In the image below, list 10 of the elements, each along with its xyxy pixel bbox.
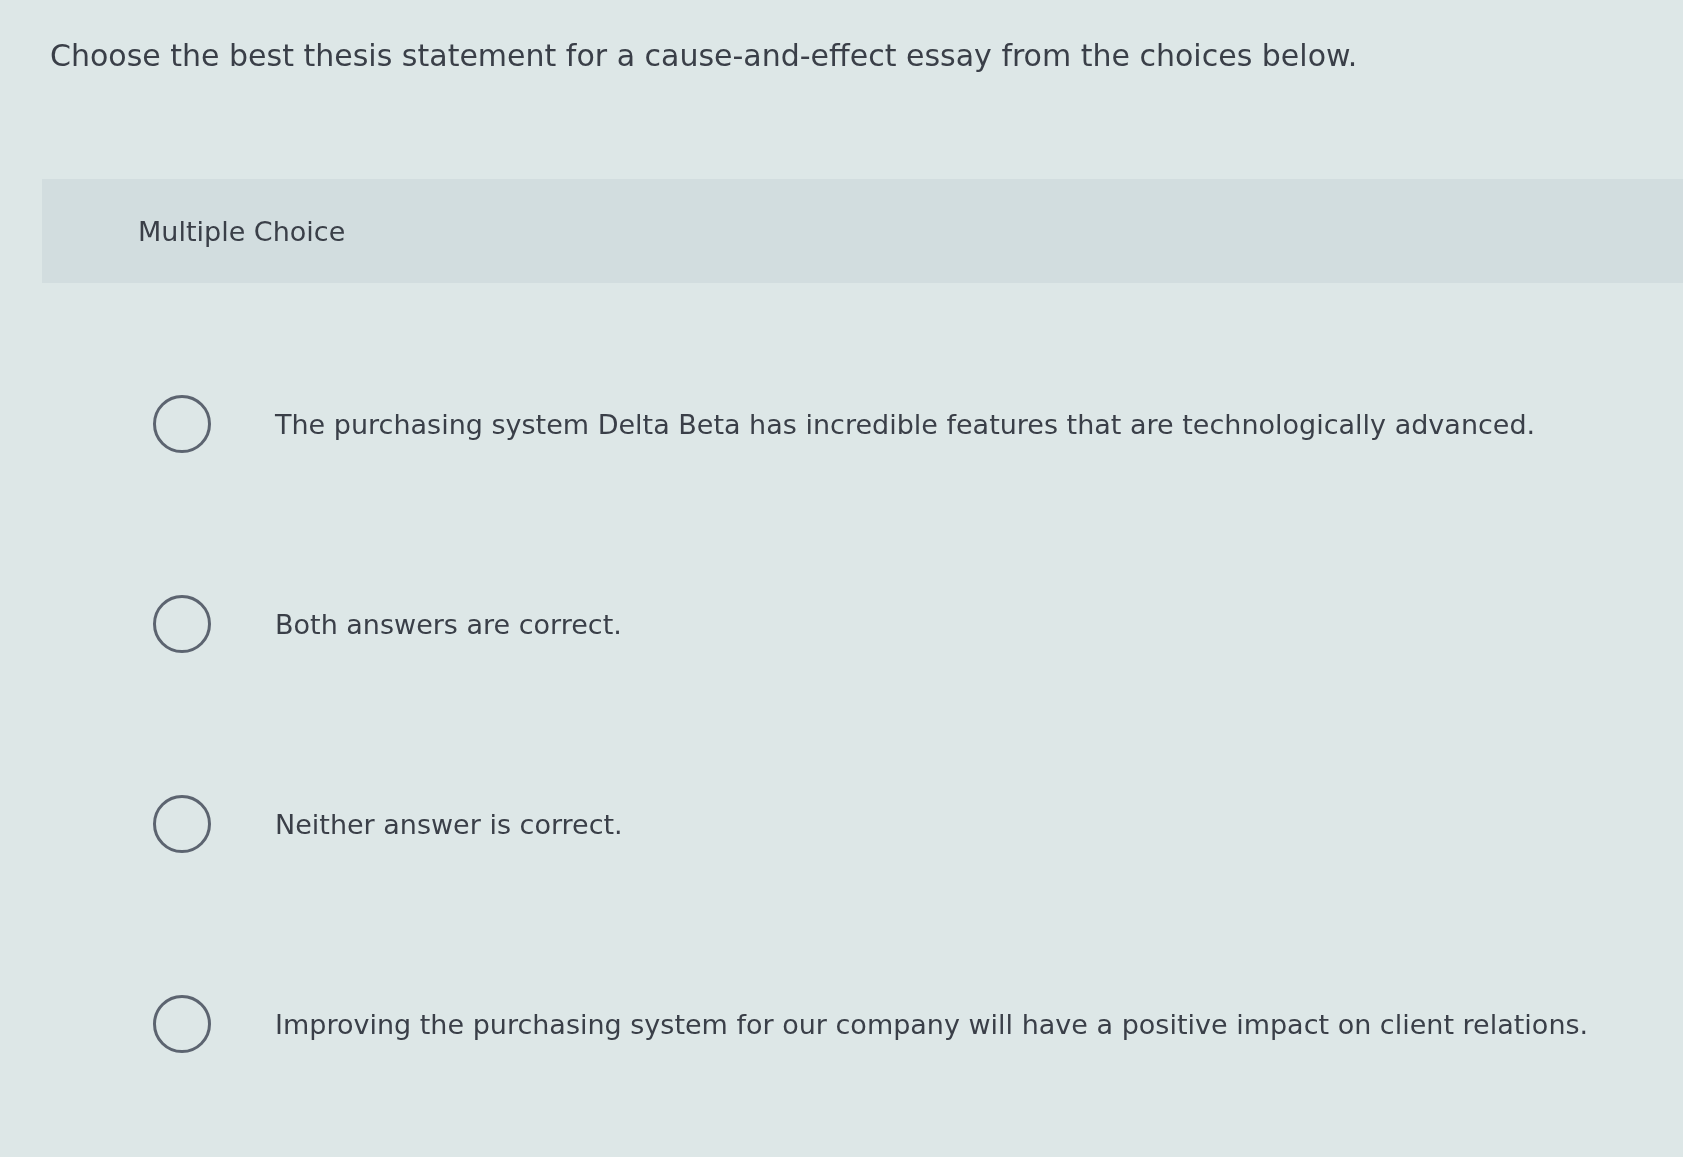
question-prompt: Choose the best thesis statement for a cause-and-effect essay from the choices below. xyxy=(49,37,1359,75)
radio-button[interactable] xyxy=(153,395,211,453)
radio-button[interactable] xyxy=(153,595,211,653)
radio-button[interactable] xyxy=(153,795,211,853)
answer-option[interactable]: Neither answer is correct. xyxy=(275,808,623,840)
answer-option[interactable]: The purchasing system Delta Beta has incredible features that are technologically advanced. xyxy=(275,408,1536,440)
answer-option[interactable]: Both answers are correct. xyxy=(275,608,622,640)
question-type-label: Multiple Choice xyxy=(138,215,346,247)
answer-option[interactable]: Improving the purchasing system for our company will have a positive impact on client relations. xyxy=(275,1008,1589,1040)
radio-button[interactable] xyxy=(153,995,211,1053)
